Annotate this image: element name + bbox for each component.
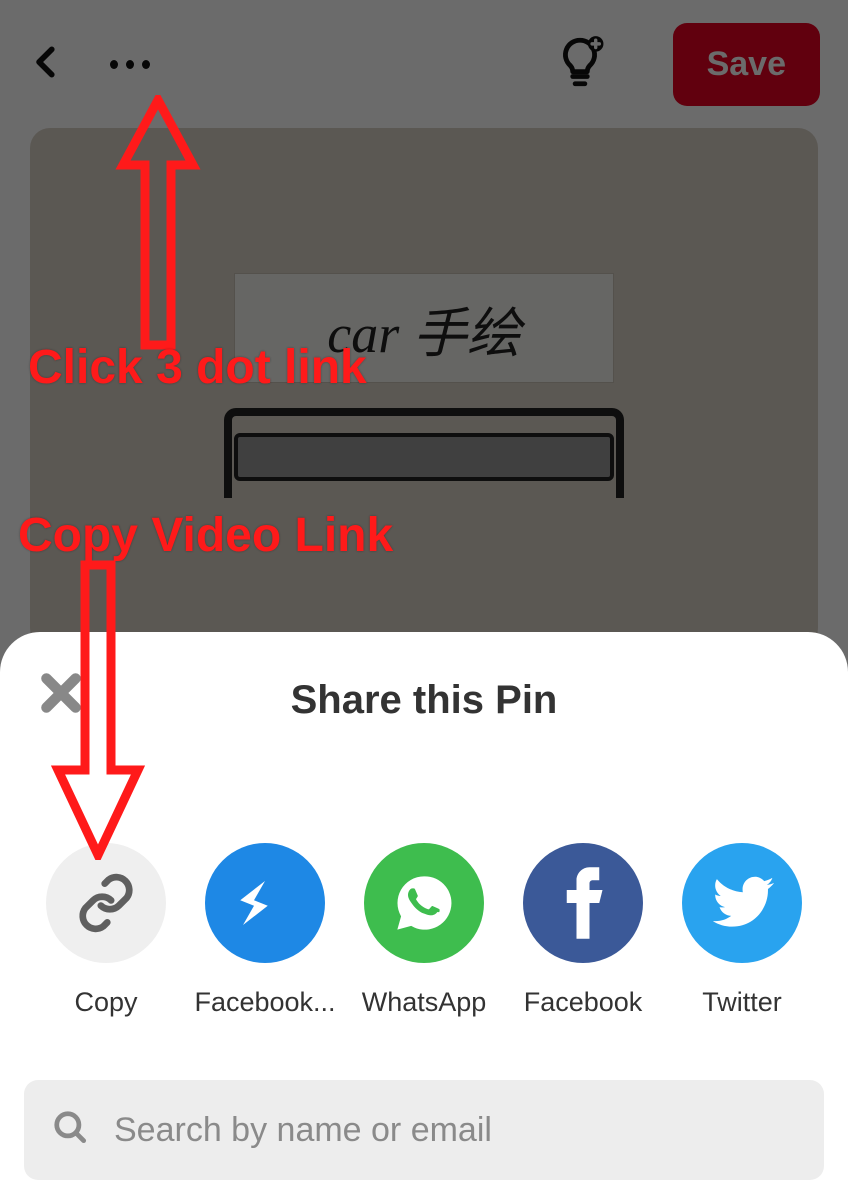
share-options-row: Copy Facebook... WhatsApp Facebook xyxy=(24,843,824,1018)
share-search-bar[interactable] xyxy=(24,1080,824,1180)
share-option-whatsapp[interactable]: WhatsApp xyxy=(348,843,500,1018)
twitter-icon xyxy=(682,843,802,963)
share-option-label: Facebook xyxy=(507,987,659,1018)
share-option-label: Copy xyxy=(30,987,182,1018)
share-option-label: Facebook... xyxy=(189,987,341,1018)
share-option-copy[interactable]: Copy xyxy=(30,843,182,1018)
copy-link-icon xyxy=(46,843,166,963)
share-option-label: Twitter xyxy=(666,987,818,1018)
search-icon xyxy=(52,1109,90,1152)
close-icon[interactable] xyxy=(36,668,86,723)
share-option-label: WhatsApp xyxy=(348,987,500,1018)
share-option-facebook[interactable]: Facebook xyxy=(507,843,659,1018)
share-sheet-title: Share this Pin xyxy=(24,678,824,723)
share-option-messenger[interactable]: Facebook... xyxy=(189,843,341,1018)
search-input[interactable] xyxy=(114,1111,796,1150)
share-sheet: Share this Pin Copy Facebook... xyxy=(0,632,848,1200)
facebook-icon xyxy=(523,843,643,963)
messenger-icon xyxy=(205,843,325,963)
whatsapp-icon xyxy=(364,843,484,963)
share-option-twitter[interactable]: Twitter xyxy=(666,843,818,1018)
